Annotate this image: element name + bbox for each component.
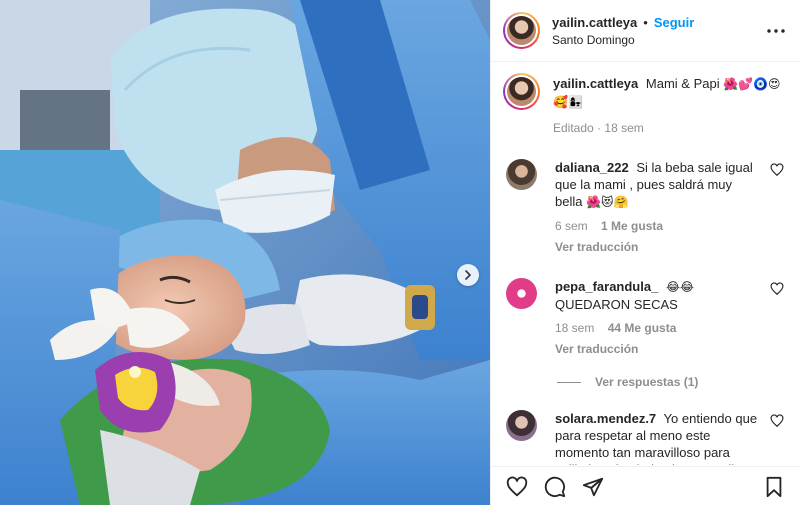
caption-username[interactable]: yailin.cattleya [553,76,638,91]
comment-username[interactable]: daliana_222 [555,160,629,175]
commenter-avatar[interactable] [506,159,537,190]
view-replies-button[interactable]: Ver respuestas (1) [557,372,786,392]
comment-username[interactable]: solara.mendez.7 [555,411,656,426]
caption-meta: Editado · 18 sem [553,120,786,137]
see-translation-link[interactable]: Ver traducción [555,239,762,256]
avatar[interactable] [507,77,536,106]
more-options-button[interactable] [766,21,786,41]
caption-text-content: Mami & Papi [645,76,720,91]
author-username[interactable]: yailin.cattleya [552,15,637,30]
avatar-frame [505,14,538,47]
comment-icon [544,476,566,497]
post-location[interactable]: Santo Domingo [552,33,766,47]
post-header: yailin.cattleya • Seguir Santo Domingo [491,0,800,62]
comment-meta: 18 sem 44 Me gusta [555,320,762,337]
avatar-frame [505,75,538,108]
caption-time[interactable]: 18 sem [604,121,643,135]
comment-text: solara.mendez.7 Yo entiendo que para res… [555,410,762,465]
view-replies-label: Ver respuestas (1) [595,375,699,389]
comment-item: pepa_farandula_ 😂😂 QUEDARON SECAS 18 sem… [503,278,786,358]
comment-username[interactable]: pepa_farandula_ [555,279,658,294]
comment-text: pepa_farandula_ 😂😂 [555,278,762,296]
comment-body: solara.mendez.7 Yo entiendo que para res… [555,410,786,465]
separator-dot: • [643,14,648,30]
story-ring[interactable] [503,12,540,49]
see-translation-link[interactable]: Ver traducción [555,341,762,358]
replies-divider [557,381,581,383]
comment-likes[interactable]: 44 Me gusta [608,321,677,335]
meta-dot: · [597,121,602,135]
share-icon [582,477,604,496]
caption-body: yailin.cattleya Mami & Papi 🌺💕🧿😍🥰👩‍👧 Edi… [553,75,786,137]
caption-story-ring[interactable] [503,73,540,110]
comment-emoji: 🌺😻🤗 [586,195,629,209]
caption-text: yailin.cattleya Mami & Papi 🌺💕🧿😍🥰👩‍👧 [553,75,786,111]
chevron-right-icon [465,270,472,280]
heart-icon[interactable] [770,163,784,177]
save-button[interactable] [762,475,786,499]
heart-icon[interactable] [770,414,784,428]
post-actions-bar [491,466,800,505]
hospital-photo-illustration [0,0,490,505]
header-text: yailin.cattleya • Seguir Santo Domingo [552,15,766,47]
instagram-post: yailin.cattleya • Seguir Santo Domingo y… [0,0,800,505]
comment-item: solara.mendez.7 Yo entiendo que para res… [503,410,786,465]
follow-button[interactable]: Seguir [654,15,694,30]
comment-body: pepa_farandula_ 😂😂 QUEDARON SECAS 18 sem… [555,278,786,358]
heart-icon [506,476,528,496]
more-icon [767,28,785,33]
header-row: yailin.cattleya • Seguir [552,15,766,30]
comments-list[interactable]: yailin.cattleya Mami & Papi 🌺💕🧿😍🥰👩‍👧 Edi… [491,63,800,465]
bookmark-icon [766,476,782,497]
commenter-avatar[interactable] [506,278,537,309]
post-photo[interactable] [0,0,490,505]
edited-label: Editado [553,121,594,135]
comment-body: daliana_222 Si la beba sale igual que la… [555,159,786,256]
comment-text: daliana_222 Si la beba sale igual que la… [555,159,762,211]
like-button[interactable] [505,475,529,499]
post-caption: yailin.cattleya Mami & Papi 🌺💕🧿😍🥰👩‍👧 Edi… [503,73,786,137]
comment-time[interactable]: 6 sem [555,219,588,233]
next-photo-button[interactable] [457,264,479,286]
heart-icon[interactable] [770,282,784,296]
comment-time[interactable]: 18 sem [555,321,594,335]
comment-emoji: 😂😂 [665,280,694,294]
comment-likes[interactable]: 1 Me gusta [601,219,663,233]
commenter-avatar[interactable] [506,410,537,441]
share-button[interactable] [581,475,605,499]
comment-meta: 6 sem 1 Me gusta [555,218,762,235]
comment-item: daliana_222 Si la beba sale igual que la… [503,159,786,256]
post-sidebar: yailin.cattleya • Seguir Santo Domingo y… [490,0,800,505]
avatar[interactable] [507,16,536,45]
comment-button[interactable] [543,475,567,499]
comment-content: QUEDARON SECAS [555,297,678,312]
